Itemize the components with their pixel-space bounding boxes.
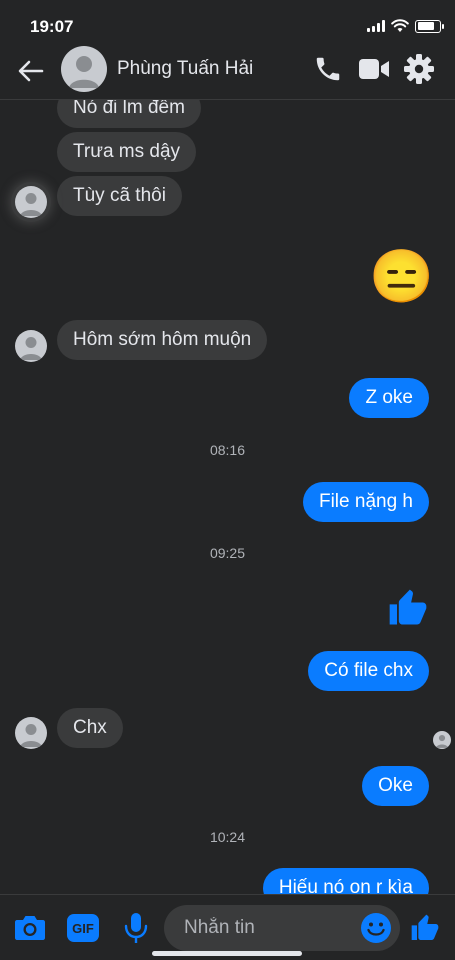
microphone-icon	[124, 913, 148, 943]
message-composer: GIF	[0, 894, 455, 960]
message-bubble-incoming[interactable]: Tùy cã thôi	[57, 176, 182, 216]
message-bubble-outgoing[interactable]: File nặng h	[302, 482, 429, 522]
message-timestamp: 09:25	[209, 545, 246, 561]
thumbs-up-icon	[411, 914, 439, 940]
message-bubble-outgoing[interactable]: Oke	[362, 766, 429, 806]
message-bubble-outgoing[interactable]: Hiếu nó on r kìa	[262, 868, 429, 894]
emoji-button[interactable]	[360, 912, 392, 944]
default-avatar-icon	[20, 724, 42, 747]
gear-icon	[404, 54, 434, 84]
send-like-button[interactable]	[408, 911, 442, 945]
message-timestamp: 08:16	[209, 442, 246, 458]
contact-avatar-small[interactable]	[15, 186, 47, 218]
gif-label: GIF	[72, 920, 94, 936]
message-bubble-incoming[interactable]: Hôm sớm hôm muộn	[57, 320, 268, 360]
battery-icon	[415, 19, 444, 33]
back-arrow-icon	[18, 60, 44, 82]
camera-icon	[15, 916, 45, 940]
contact-avatar-small[interactable]	[15, 717, 47, 749]
wifi-icon	[391, 19, 409, 32]
contact-avatar[interactable]	[61, 46, 107, 92]
status-icons	[367, 19, 444, 33]
settings-button[interactable]	[402, 52, 436, 86]
cellular-signal-icon	[367, 20, 385, 32]
voice-message-button[interactable]	[119, 911, 153, 945]
home-indicator	[152, 951, 302, 956]
thumbs-up-icon	[389, 589, 427, 625]
back-button[interactable]	[14, 54, 48, 88]
contact-avatar-small[interactable]	[15, 330, 47, 362]
message-bubble-incoming[interactable]: Trưa ms dậy	[57, 132, 197, 172]
voice-call-button[interactable]	[311, 52, 345, 86]
message-bubble-outgoing[interactable]: Có file chx	[308, 651, 429, 691]
battery-level	[417, 22, 435, 30]
camera-button[interactable]	[13, 911, 47, 945]
default-avatar-icon	[20, 337, 42, 360]
default-avatar-icon	[435, 734, 449, 748]
default-avatar-icon	[20, 193, 42, 216]
video-camera-icon	[359, 59, 389, 79]
contact-name[interactable]: Phùng Tuấn Hải	[117, 58, 253, 80]
gif-button[interactable]: GIF	[66, 911, 100, 945]
message-bubble-outgoing[interactable]: Z oke	[349, 378, 429, 418]
message-bubble-incoming[interactable]: Chx	[57, 708, 123, 748]
thumbs-up-sticker[interactable]	[386, 586, 430, 635]
message-bubble-incoming[interactable]: Nó đi lm đêm	[57, 100, 201, 128]
phone-icon	[316, 57, 340, 81]
status-bar: 19:07	[0, 0, 455, 46]
status-time: 19:07	[30, 17, 74, 36]
emoji-message[interactable]: 😑	[369, 248, 434, 306]
message-timestamp: 10:24	[209, 829, 246, 845]
message-list[interactable]: Nó đi lm đêm Trưa ms dậy Tùy cã thôi 😑 H…	[0, 100, 455, 894]
read-receipt-avatar	[433, 731, 451, 749]
default-avatar-icon	[69, 56, 99, 88]
gif-icon: GIF	[67, 914, 99, 942]
conversation-header: Phùng Tuấn Hải	[0, 46, 455, 100]
video-call-button[interactable]	[357, 52, 391, 86]
emoji-icon	[361, 913, 391, 943]
